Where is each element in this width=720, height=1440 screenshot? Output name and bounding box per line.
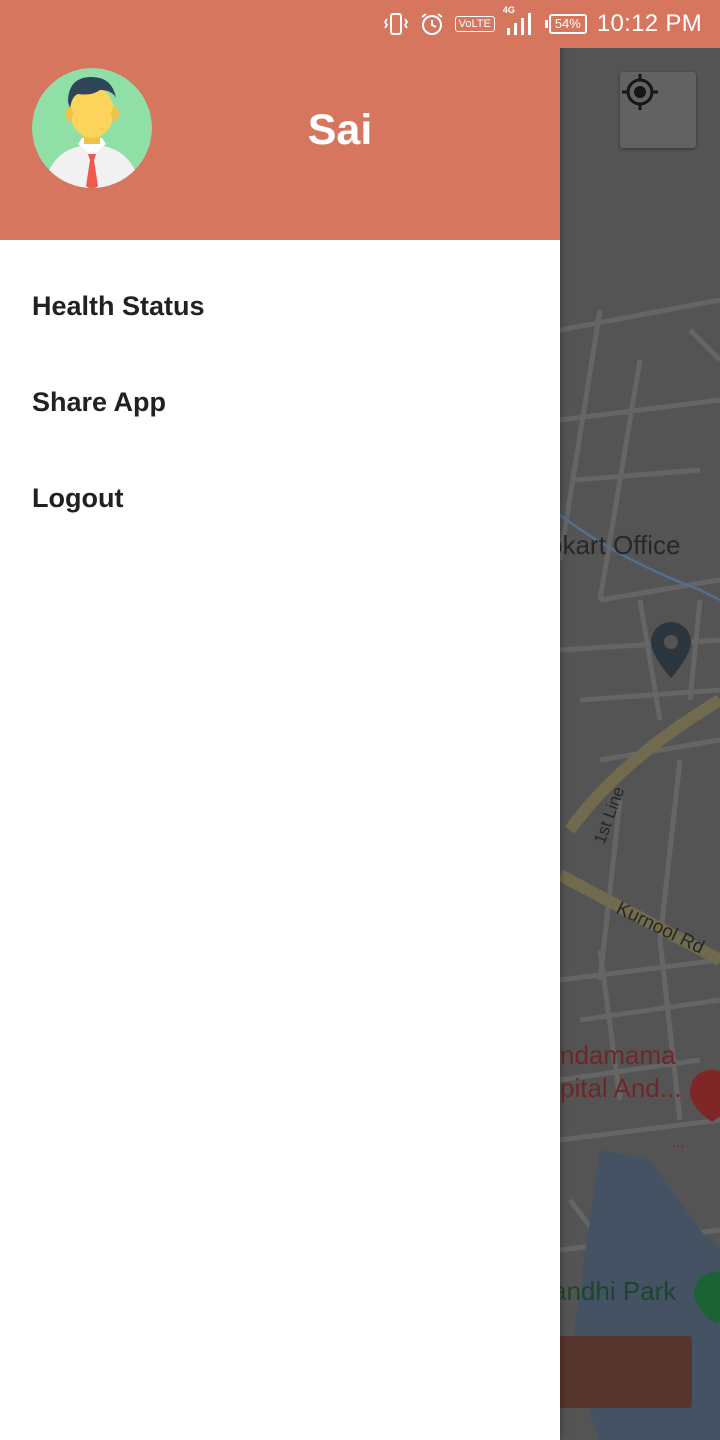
map-label-hospital-2: pital And...: [560, 1073, 682, 1103]
drawer-menu: Health Status Share App Logout: [0, 258, 560, 546]
vibrate-icon: [383, 11, 409, 37]
volte-icon: VoLTE: [454, 16, 495, 32]
user-avatar[interactable]: [32, 68, 152, 188]
menu-item-label: Health Status: [32, 290, 205, 321]
map-label-park: andhi Park: [552, 1276, 677, 1306]
signal-icon: 4G: [503, 5, 535, 37]
alarm-icon: [419, 11, 445, 37]
bottom-action-panel[interactable]: [548, 1336, 692, 1408]
navigation-drawer: Sai Health Status Share App Logout: [0, 0, 560, 1440]
map-label-office: pkart Office: [548, 530, 681, 560]
menu-item-label: Share App: [32, 386, 167, 417]
status-bar: VoLTE 4G 54% 10:12 PM: [0, 0, 720, 48]
network-type: 4G: [502, 5, 515, 15]
map-label-hospital-dots: ...: [672, 1134, 685, 1151]
map-label-hospital-1: ndamama: [560, 1040, 676, 1070]
my-location-icon: [622, 74, 658, 110]
menu-item-health-status[interactable]: Health Status: [0, 258, 560, 354]
battery-level: 54%: [548, 14, 587, 34]
user-name: Sai: [307, 106, 373, 154]
status-time: 10:12 PM: [596, 10, 702, 37]
user-avatar-icon: [32, 68, 152, 188]
drawer-header: Sai: [0, 48, 560, 240]
menu-item-label: Logout: [32, 482, 124, 513]
menu-item-logout[interactable]: Logout: [0, 450, 560, 546]
my-location-button[interactable]: [620, 72, 696, 148]
menu-item-share-app[interactable]: Share App: [0, 354, 560, 450]
battery-icon: 54%: [544, 14, 587, 34]
